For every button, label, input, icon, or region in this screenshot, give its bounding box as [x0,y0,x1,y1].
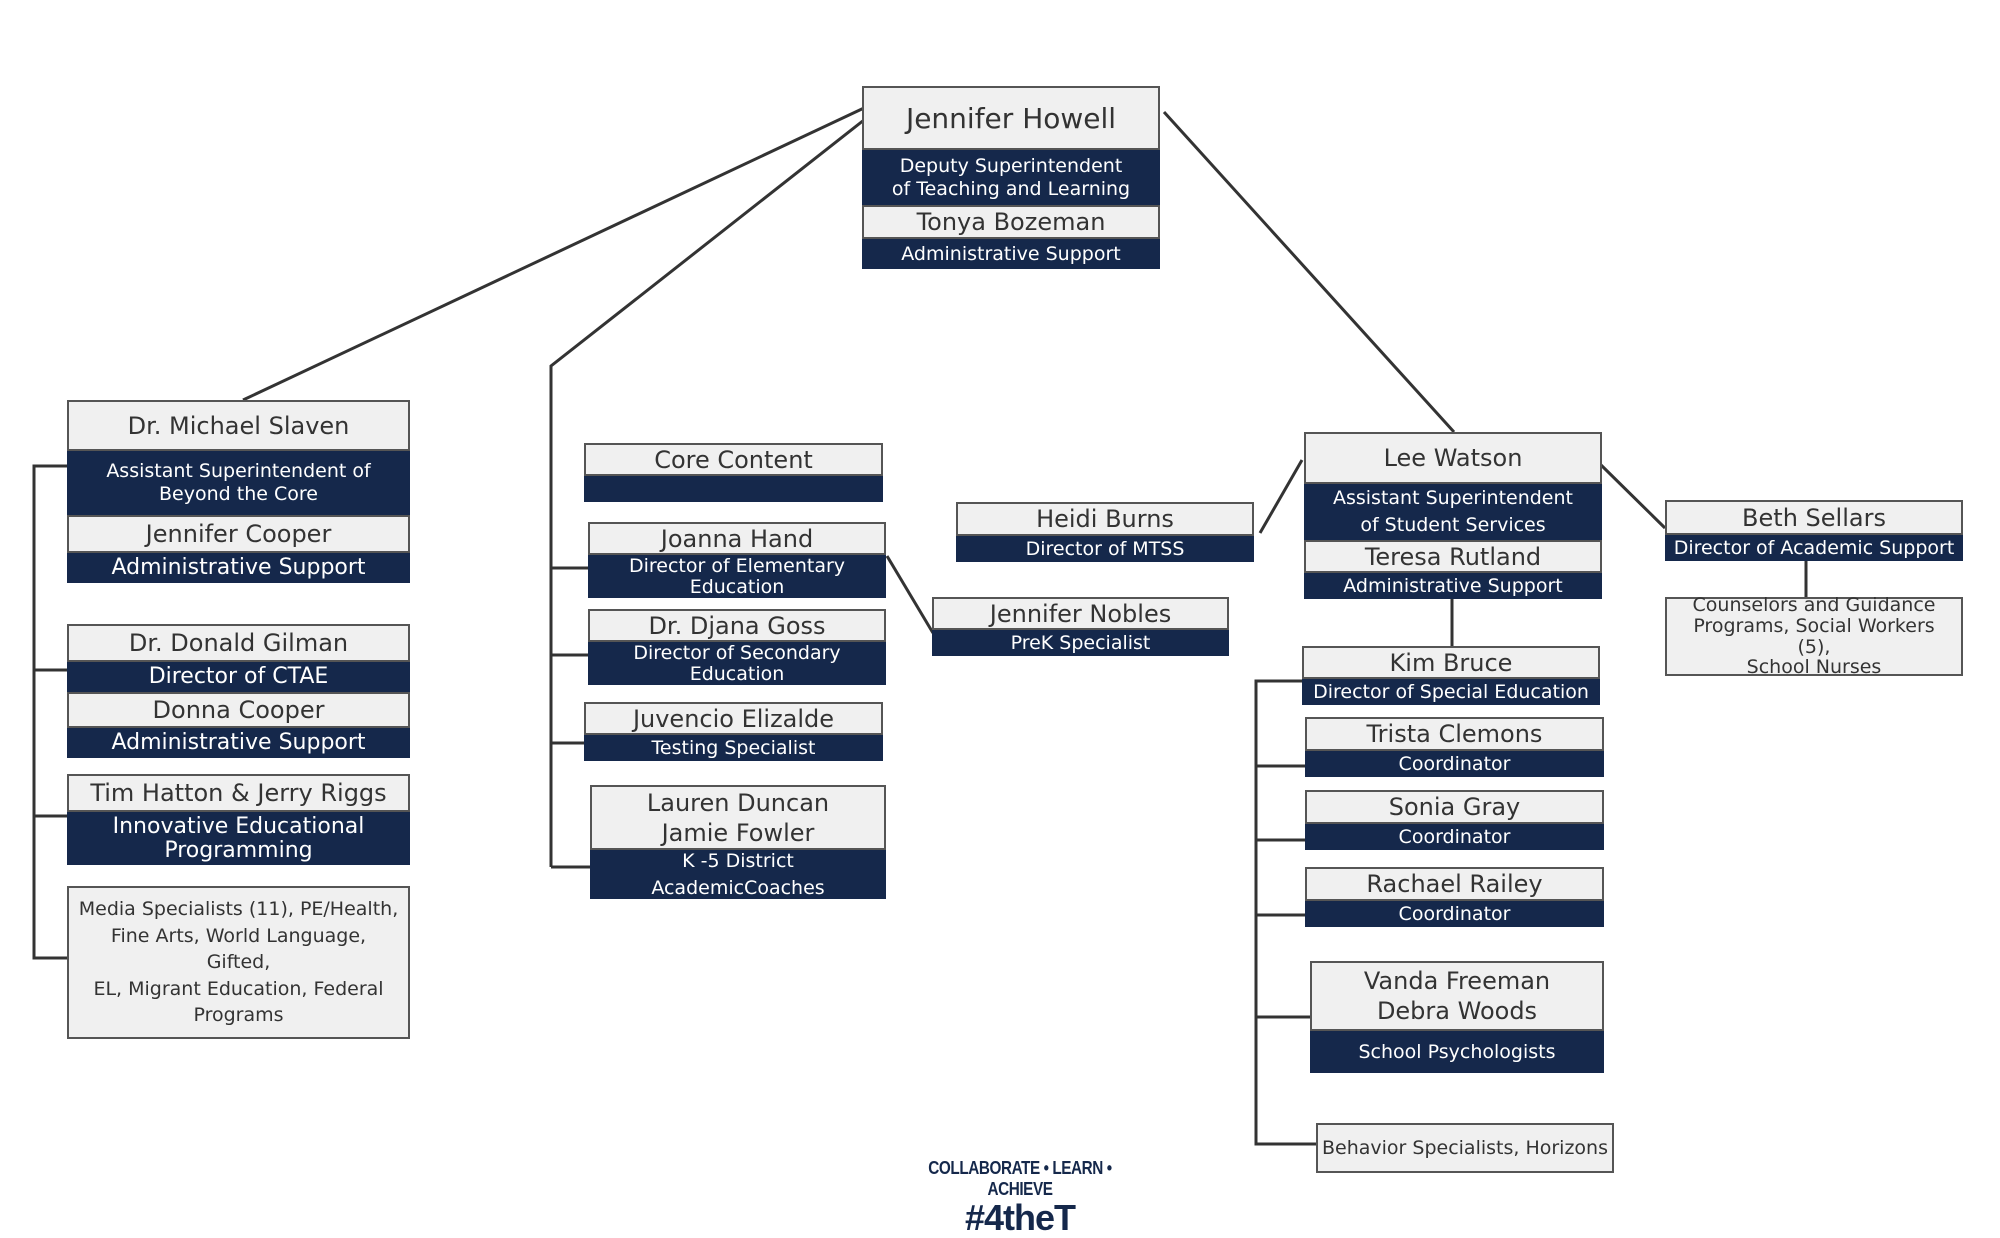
node-title: Assistant Superintendent of Beyond the C… [67,451,410,515]
node-name: Trista Clemons [1305,717,1604,751]
node-counselors: Counselors and Guidance Programs, Social… [1665,594,1963,678]
node-name: Core Content [584,443,883,476]
node-title: Director of MTSS [956,536,1254,562]
node-name: Vanda Freeman Debra Woods [1310,961,1604,1031]
support-title: Administrative Support [862,239,1160,269]
node-name: Kim Bruce [1302,646,1600,679]
support-title: Administrative Support [67,728,410,758]
node-deputy-superintendent: Jennifer Howell Deputy Superintendent of… [862,86,1160,269]
node-elementary: Joanna Hand Director of Elementary Educa… [588,522,886,598]
node-beyond-core-head: Dr. Michael Slaven Assistant Superintend… [67,400,410,583]
node-title [584,476,883,502]
node-school-psychologists: Vanda Freeman Debra Woods School Psychol… [1310,961,1604,1073]
node-title: PreK Specialist [932,630,1229,656]
node-title: Coordinator [1305,901,1604,927]
node-academic-coaches: Lauren Duncan Jamie Fowler K -5 District… [590,785,886,899]
node-name: Jennifer Nobles [932,597,1229,630]
node-title: K -5 District AcademicCoaches [590,850,886,899]
node-title: Director of Academic Support [1665,535,1963,561]
connector-student-services-to-academic-support [1599,463,1667,530]
node-title: Innovative Educational Programming [67,812,410,865]
node-name: Tim Hatton & Jerry Riggs [67,774,410,812]
node-name: Joanna Hand [588,522,886,555]
node-beyond-core-programs: Media Specialists (11), PE/Health, Fine … [67,886,410,1039]
node-coordinator: Rachael Railey Coordinator [1305,867,1604,927]
node-title: Director of Elementary Education [588,555,886,598]
support-title: Administrative Support [67,553,410,583]
connector-top-to-student-services [1162,110,1456,434]
footer-tagline: COLLABORATE • LEARN • ACHIEVE [928,1158,1112,1199]
node-ctae: Dr. Donald Gilman Director of CTAE Donna… [67,624,410,758]
connector-top-to-beyond-core [242,106,865,402]
support-title: Administrative Support [1304,573,1602,599]
node-name: Dr. Djana Goss [588,609,886,642]
node-academic-support: Beth Sellars Director of Academic Suppor… [1665,500,1963,561]
node-prek: Jennifer Nobles PreK Specialist [932,597,1229,656]
node-coordinator: Sonia Gray Coordinator [1305,790,1604,850]
node-special-education: Kim Bruce Director of Special Education [1302,646,1600,705]
node-title: Deputy Superintendent of Teaching and Le… [862,150,1160,205]
node-core-content: Core Content [584,443,883,502]
node-title: School Psychologists [1310,1031,1604,1073]
connector-student-services-to-mtss [1258,459,1304,534]
node-name: Sonia Gray [1305,790,1604,824]
node-title: Coordinator [1305,824,1604,850]
footer-logo: COLLABORATE • LEARN • ACHIEVE #4theT [880,1158,1160,1236]
node-name: Jennifer Howell [862,86,1160,150]
node-behavior-specialists: Behavior Specialists, Horizons [1316,1123,1614,1173]
support-name: Jennifer Cooper [67,515,410,553]
node-name: Lauren Duncan Jamie Fowler [590,785,886,850]
node-name: Juvencio Elizalde [584,702,883,735]
node-name: Heidi Burns [956,502,1254,536]
node-name: Dr. Donald Gilman [67,624,410,662]
node-title: Director of Secondary Education [588,642,886,685]
node-name: Beth Sellars [1665,500,1963,535]
node-secondary: Dr. Djana Goss Director of Secondary Edu… [588,609,886,685]
support-name: Tonya Bozeman [862,205,1160,239]
node-name: Lee Watson [1304,432,1602,484]
node-name: Dr. Michael Slaven [67,400,410,451]
node-title: Director of CTAE [67,662,410,692]
connector-elementary-to-prek [885,555,935,634]
node-testing: Juvencio Elizalde Testing Specialist [584,702,883,761]
node-innovative-programming: Tim Hatton & Jerry Riggs Innovative Educ… [67,774,410,865]
node-title: Testing Specialist [584,735,883,761]
node-name: Rachael Railey [1305,867,1604,901]
node-coordinator: Trista Clemons Coordinator [1305,717,1604,777]
node-title: Coordinator [1305,751,1604,777]
support-name: Teresa Rutland [1304,540,1602,573]
node-mtss: Heidi Burns Director of MTSS [956,502,1254,562]
node-student-services-head: Lee Watson Assistant Superintendent of S… [1304,432,1602,599]
footer-hashtag: #4theT [964,1197,1076,1238]
support-name: Donna Cooper [67,692,410,728]
node-title: Assistant Superintendent of Student Serv… [1304,484,1602,540]
node-title: Director of Special Education [1302,679,1600,705]
